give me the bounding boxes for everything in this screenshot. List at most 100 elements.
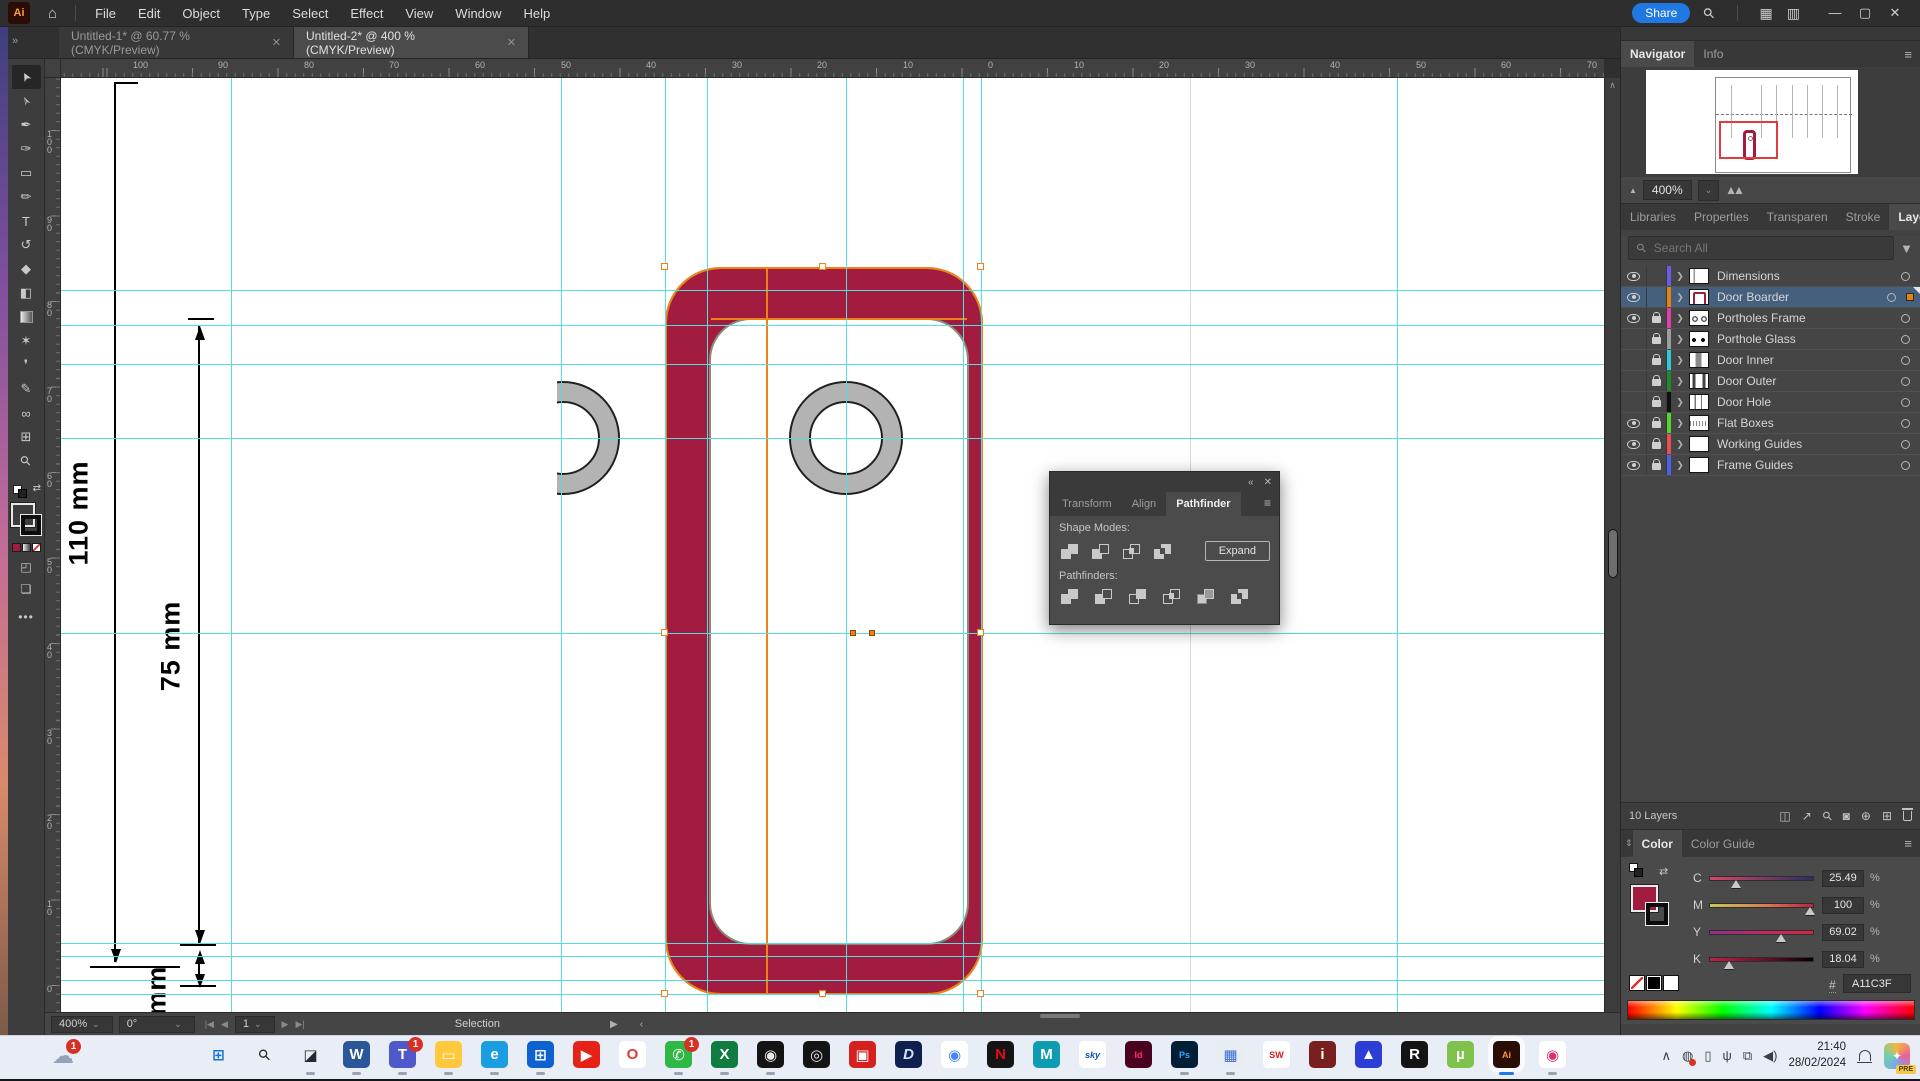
expand-layer-icon[interactable]: ❯	[1671, 334, 1689, 345]
tool-button[interactable]: ❜	[12, 353, 41, 377]
door-border-shape[interactable]	[665, 267, 983, 995]
tool-button[interactable]: ✏	[12, 185, 41, 209]
panel-menu-icon[interactable]: ≡	[1904, 830, 1920, 857]
arrange-documents-icon[interactable]: ▦	[1760, 5, 1773, 22]
lock-toggle[interactable]	[1647, 308, 1667, 328]
tool-button[interactable]: ✒	[12, 113, 41, 137]
visibility-toggle[interactable]	[1621, 413, 1647, 433]
tool-button[interactable]: ↺	[12, 233, 41, 257]
vertical-scroll-thumb[interactable]	[1608, 529, 1618, 578]
tool-button[interactable]: ⚲	[12, 449, 41, 473]
guide-vertical[interactable]	[561, 78, 562, 1012]
navigator-view-rect[interactable]	[1719, 121, 1778, 159]
layer-target-circle[interactable]	[1901, 461, 1910, 470]
panel-tab[interactable]: Libraries	[1621, 204, 1685, 230]
scroll-up-icon[interactable]: ∧	[1605, 80, 1620, 91]
layer-thumbnail[interactable]	[1689, 331, 1709, 347]
layer-target-circle[interactable]	[1901, 419, 1910, 428]
slider-handle[interactable]	[1731, 880, 1741, 888]
tool-button[interactable]: ➢	[12, 89, 41, 113]
horizontal-scroll-thumb[interactable]	[1040, 1014, 1080, 1018]
lock-toggle[interactable]	[1647, 413, 1667, 433]
tool-button[interactable]: ✑	[12, 137, 41, 161]
layer-row[interactable]: ❯ Porthole Glass	[1621, 329, 1920, 350]
visibility-toggle[interactable]	[1621, 329, 1647, 349]
pathfinder-button[interactable]	[1061, 589, 1078, 604]
taskbar-app-icon[interactable]: T 1	[389, 1041, 416, 1068]
layer-name[interactable]: Portholes Frame	[1717, 311, 1806, 325]
artboard-canvas[interactable]: 110 mm 75 mm 5 mm	[61, 78, 1604, 1012]
tray-icon[interactable]: ⧉	[1743, 1048, 1752, 1064]
none-swatch[interactable]	[1629, 975, 1645, 991]
guide-horizontal[interactable]	[61, 994, 1604, 995]
weather-widget[interactable]: ☁ 1	[52, 1043, 74, 1069]
lock-toggle[interactable]	[1647, 371, 1667, 391]
channel-value-field[interactable]: 100	[1822, 897, 1864, 914]
channel-value-field[interactable]: 18.04	[1822, 951, 1864, 968]
minimize-button[interactable]: —	[1820, 5, 1850, 21]
layer-name[interactable]: Door Inner	[1717, 353, 1774, 367]
navigator-preview[interactable]	[1621, 67, 1920, 177]
layer-name[interactable]: Working Guides	[1717, 437, 1802, 451]
collapse-panel-icon[interactable]: «	[1248, 477, 1254, 488]
layers-search-box[interactable]: ⚲	[1628, 236, 1894, 260]
share-button[interactable]: Share	[1632, 3, 1690, 23]
toolbar-collapse-icon[interactable]: »	[12, 35, 18, 47]
layer-name[interactable]: Door Outer	[1717, 374, 1776, 388]
tool-button[interactable]: ✎	[12, 377, 41, 401]
menu-item[interactable]: Help	[513, 6, 562, 21]
pathfinder-button[interactable]	[1163, 589, 1180, 604]
new-sublayer-icon[interactable]: ⊕	[1861, 809, 1871, 823]
copilot-icon[interactable]: ✦ PRE	[1884, 1043, 1910, 1069]
search-icon[interactable]: ⚲	[1704, 5, 1714, 22]
layer-name[interactable]: Door Hole	[1717, 395, 1771, 409]
edit-toolbar-icon[interactable]: •••	[18, 610, 34, 624]
workspace-switcher-icon[interactable]: ▥	[1787, 5, 1800, 22]
tool-button[interactable]: T	[12, 209, 41, 233]
expand-layer-icon[interactable]: ❯	[1671, 418, 1689, 429]
layer-row[interactable]: ❯ Door Inner	[1621, 350, 1920, 371]
last-artboard-icon[interactable]: ▶|	[295, 1019, 304, 1030]
guide-horizontal[interactable]	[61, 943, 1604, 944]
fill-stroke-toggle[interactable]: ⇄	[11, 481, 41, 501]
tool-button[interactable]: ⊞	[12, 425, 41, 449]
taskbar-app-icon[interactable]: D	[895, 1041, 922, 1068]
shape-mode-button[interactable]	[1154, 544, 1171, 559]
panel-menu-icon[interactable]: ≡	[1264, 492, 1279, 516]
draw-mode-icon[interactable]: ◰	[20, 560, 31, 574]
menu-item[interactable]: View	[394, 6, 444, 21]
anchor-point[interactable]	[850, 630, 856, 636]
channel-value-field[interactable]: 25.49	[1822, 870, 1864, 887]
document-tab[interactable]: Untitled-2* @ 400 % (CMYK/Preview) ✕	[294, 27, 529, 58]
color-spectrum-bar[interactable]	[1627, 1000, 1915, 1020]
artboard-number-select[interactable]: 1⌄	[235, 1016, 275, 1033]
expand-layer-icon[interactable]: ❯	[1671, 355, 1689, 366]
pathfinder-button[interactable]	[1197, 589, 1214, 604]
tool-button[interactable]: ∞	[12, 401, 41, 425]
taskbar-app-icon[interactable]: Ai	[1493, 1041, 1520, 1068]
taskbar-app-icon[interactable]: ◉	[941, 1041, 968, 1068]
layer-row[interactable]: ❯ Door Boarder	[1621, 287, 1920, 308]
layer-thumbnail[interactable]	[1689, 415, 1709, 431]
color-mode-swatch[interactable]	[12, 543, 21, 552]
navigator-tab[interactable]: Navigator	[1621, 41, 1694, 67]
vertical-ruler[interactable]: 1009080706050403020100	[45, 78, 61, 1012]
search-input[interactable]	[1652, 240, 1885, 256]
layer-row[interactable]: ❯ Working Guides	[1621, 434, 1920, 455]
layer-target-circle[interactable]	[1901, 356, 1910, 365]
tool-button[interactable]: ✶	[12, 329, 41, 353]
illustrator-logo-icon[interactable]: Ai	[8, 2, 30, 24]
anchor-point[interactable]	[977, 629, 984, 636]
visibility-toggle[interactable]	[1621, 392, 1647, 412]
taskbar-app-icon[interactable]: X	[711, 1041, 738, 1068]
menu-item[interactable]: Effect	[339, 6, 394, 21]
layer-thumbnail[interactable]	[1689, 436, 1709, 452]
guide-horizontal[interactable]	[61, 364, 1604, 365]
document-tab[interactable]: Untitled-1* @ 60.77 % (CMYK/Preview) ✕	[59, 27, 294, 58]
locate-object-icon[interactable]: ◫	[1779, 809, 1790, 823]
panel-collapse-icon[interactable]: ⇕	[1621, 830, 1633, 857]
close-tab-icon[interactable]: ✕	[507, 36, 516, 49]
layer-selection-chip[interactable]	[1906, 293, 1914, 301]
layer-name[interactable]: Door Boarder	[1717, 290, 1789, 304]
taskbar-app-icon[interactable]: ✆ 1	[665, 1041, 692, 1068]
